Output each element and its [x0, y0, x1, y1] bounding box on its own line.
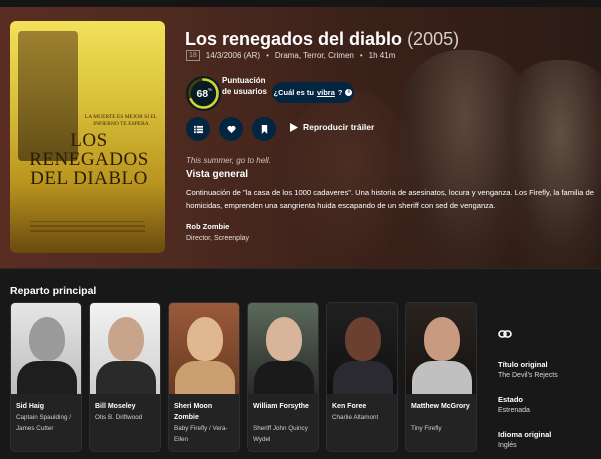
overview-heading: Vista general: [186, 169, 249, 180]
cast-photo: [169, 303, 239, 394]
score-value: 68: [196, 88, 208, 100]
cast-photo: [11, 303, 81, 394]
cast-role: Charlie Altamont: [332, 414, 379, 421]
user-score-ring[interactable]: 68 %: [186, 76, 221, 111]
cast-name: Bill Moseley: [95, 403, 136, 410]
play-icon: [290, 122, 298, 132]
movie-title: Los renegados del diablo (2005): [185, 29, 459, 50]
fact-original-title: Título original The Devil's Rejects: [498, 359, 558, 381]
fact-language: Idioma original Inglés: [498, 429, 551, 451]
release-date: 14/3/2006 (AR): [205, 51, 261, 60]
cast-name: Sheri Moon Zombie: [174, 403, 213, 421]
play-trailer-button[interactable]: Reproducir tráiler: [290, 122, 374, 132]
runtime: 1h 41m: [368, 51, 396, 60]
cast-photo: [406, 303, 476, 394]
title-text[interactable]: Los renegados del diablo: [185, 29, 402, 49]
title-year: (2005): [407, 29, 460, 49]
favorite-button[interactable]: [219, 117, 243, 141]
genres[interactable]: Drama, Terror, Crimen: [275, 51, 354, 60]
cast-card[interactable]: Matthew McGrory Tiny Firefly: [405, 302, 477, 452]
fact-status: Estado Estrenada: [498, 394, 530, 416]
top-bar: [0, 0, 601, 7]
cast-card[interactable]: Ken Foree Charlie Altamont: [326, 302, 398, 452]
hero-section: La muerte es mejor si el infierno te esp…: [0, 0, 601, 268]
heart-icon: [226, 125, 236, 133]
cast-card[interactable]: Bill Moseley Otis B. Driftwood: [89, 302, 161, 452]
crew-job: Director, Screenplay: [186, 235, 250, 242]
cast-name: Sid Haig: [16, 403, 45, 410]
bookmark-icon: [261, 124, 267, 134]
cast-card[interactable]: Sheri Moon Zombie Baby Firefly / Vera-El…: [168, 302, 240, 452]
certification-badge: 18: [186, 50, 200, 61]
link-icon[interactable]: [498, 329, 512, 339]
vibe-button[interactable]: ¿Cuál es tu vibra? i: [272, 82, 354, 103]
lower-section: Reparto principal Sid Haig Captain Spaul…: [0, 268, 601, 459]
poster-credits: [30, 221, 145, 241]
fact-value: The Devil's Rejects: [498, 372, 558, 379]
fact-label: Estado: [498, 395, 524, 404]
cast-role: Sheriff John Quincy Wydel: [253, 425, 308, 443]
cast-name: Matthew McGrory: [411, 403, 470, 410]
trailer-label: Reproducir tráiler: [303, 122, 375, 132]
fact-value: Inglés: [498, 442, 517, 449]
movie-facts: 18 14/3/2006 (AR) • Drama, Terror, Crime…: [186, 50, 395, 61]
add-to-list-button[interactable]: [186, 117, 210, 141]
fact-label: Título original: [498, 360, 548, 369]
overview-text: Continuación de "la casa de los 1000 cad…: [186, 188, 594, 210]
fact-value: Estrenada: [498, 407, 530, 414]
cast-heading: Reparto principal: [10, 285, 97, 297]
vibe-prefix: ¿Cuál es tu: [273, 88, 314, 97]
cast-role: Otis B. Driftwood: [95, 414, 143, 421]
score-unit: %: [208, 87, 212, 92]
cast-name: William Forsythe: [253, 403, 309, 410]
cast-card[interactable]: Sid Haig Captain Spaulding / James Cutte…: [10, 302, 82, 452]
cast-list: Sid Haig Captain Spaulding / James Cutte…: [10, 302, 480, 459]
movie-page: La muerte es mejor si el infierno te esp…: [0, 0, 601, 459]
vibe-suffix: ?: [337, 88, 343, 97]
cast-role: Baby Firefly / Vera-Ellen: [174, 425, 228, 443]
watchlist-button[interactable]: [252, 117, 276, 141]
cast-role: Tiny Firefly: [411, 425, 442, 432]
cast-role: Captain Spaulding / James Cutter: [16, 414, 71, 432]
fact-label: Idioma original: [498, 430, 552, 439]
list-icon: [193, 125, 203, 133]
cast-photo: [327, 303, 397, 394]
movie-poster[interactable]: La muerte es mejor si el infierno te esp…: [10, 21, 165, 253]
cast-name: Ken Foree: [332, 403, 367, 410]
vibe-word: vibra: [316, 88, 335, 97]
info-icon: i: [345, 89, 353, 96]
cast-photo: [90, 303, 160, 394]
crew-name[interactable]: Rob Zombie: [186, 222, 229, 231]
separator-dot: •: [266, 51, 269, 60]
cast-card[interactable]: William Forsythe Sheriff John Quincy Wyd…: [247, 302, 319, 452]
cast-photo: [248, 303, 318, 394]
poster-tagline: La muerte es mejor si el infierno te esp…: [84, 114, 158, 127]
separator-dot: •: [359, 51, 363, 60]
poster-title: Los Renegados del Diablo: [29, 130, 149, 189]
tagline: This summer, go to hell.: [186, 156, 271, 165]
score-label: Puntuación de usuarios: [222, 76, 267, 96]
